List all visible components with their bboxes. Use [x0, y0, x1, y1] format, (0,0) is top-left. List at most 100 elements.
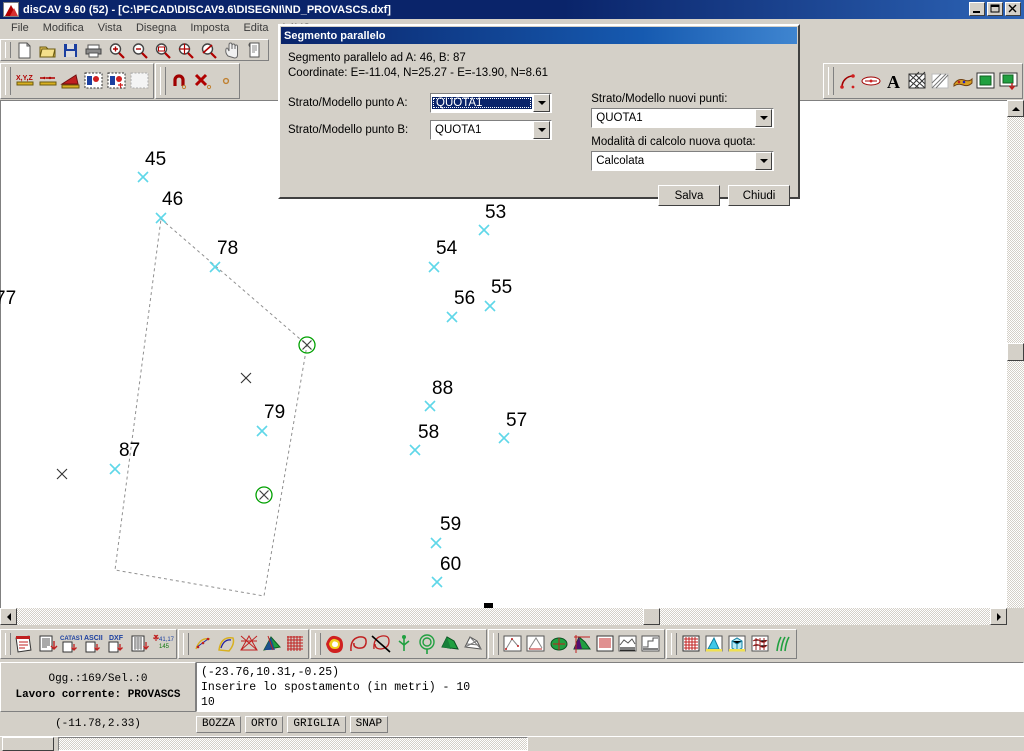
selected-point-marker-1[interactable]	[255, 486, 273, 504]
point-label-56[interactable]: 56	[454, 289, 475, 308]
surface-fill-icon[interactable]	[260, 633, 283, 655]
selected-point-marker-0[interactable]	[298, 336, 316, 354]
taskbar-items[interactable]	[534, 737, 714, 751]
toolbar-grip[interactable]	[828, 67, 834, 95]
toolbar-grip[interactable]	[493, 632, 499, 656]
point-marker-57[interactable]	[498, 432, 510, 444]
point-label-57[interactable]: 57	[506, 411, 527, 430]
plain-point-marker-0[interactable]	[240, 372, 252, 384]
point-marker-59[interactable]	[430, 537, 442, 549]
point-label-58[interactable]: 58	[418, 423, 439, 442]
minimize-button[interactable]	[969, 2, 985, 16]
command-line-input[interactable]: 10	[201, 695, 1019, 710]
toolbar-grip[interactable]	[160, 67, 166, 95]
mode-button-snap[interactable]: SNAP	[349, 715, 389, 733]
xyz-point-icon[interactable]: X,Y,Z	[13, 70, 36, 92]
catast-export-icon[interactable]: CATAST	[59, 633, 82, 655]
system-tray[interactable]	[720, 737, 1020, 751]
redraw-icon[interactable]	[243, 39, 266, 61]
point-marker-78[interactable]	[209, 261, 221, 273]
menu-item-imposta[interactable]: Imposta	[183, 20, 236, 36]
contour-line-icon[interactable]	[346, 633, 369, 655]
toolbar-grip[interactable]	[5, 632, 11, 656]
vertical-scroll-thumb[interactable]	[1007, 343, 1024, 361]
menu-item-vista[interactable]: Vista	[91, 20, 129, 36]
open-folder-icon[interactable]	[36, 39, 59, 61]
text-a-icon[interactable]: A	[882, 70, 905, 92]
zoom-extents-icon[interactable]	[174, 39, 197, 61]
cube-3d-icon[interactable]	[725, 633, 748, 655]
point-marker-58[interactable]	[409, 444, 421, 456]
contour-delete-icon[interactable]	[369, 633, 392, 655]
toolbar-grip[interactable]	[5, 42, 11, 58]
node-dot-icon[interactable]	[214, 70, 237, 92]
close-button[interactable]: Chiudi	[728, 185, 790, 206]
terrain-mesh-icon[interactable]	[748, 633, 771, 655]
insert-block-down-icon[interactable]	[997, 70, 1020, 92]
new-file-icon[interactable]	[13, 39, 36, 61]
polyline-area-icon[interactable]	[214, 633, 237, 655]
close-button[interactable]	[1005, 2, 1021, 16]
point-label-78[interactable]: 78	[217, 239, 238, 258]
profile-line-icon[interactable]	[501, 633, 524, 655]
select-area-icon[interactable]	[128, 70, 151, 92]
point-marker-53[interactable]	[478, 224, 490, 236]
slope-ruler-icon[interactable]	[59, 70, 82, 92]
toolbar-grip[interactable]	[183, 632, 189, 656]
table-rows-icon[interactable]	[593, 633, 616, 655]
point-marker-79[interactable]	[256, 425, 268, 437]
pan-hand-icon[interactable]	[220, 39, 243, 61]
tree-plan-icon[interactable]	[392, 633, 415, 655]
dialog-title-bar[interactable]: Segmento parallelo	[281, 27, 797, 44]
point-label-87[interactable]: 87	[119, 441, 140, 460]
toolbar-grip[interactable]	[315, 632, 321, 656]
snap-magnet-icon[interactable]	[168, 70, 191, 92]
select-point-icon[interactable]	[82, 70, 105, 92]
points-cloud-icon[interactable]	[191, 633, 214, 655]
point-marker-87[interactable]	[109, 463, 121, 475]
selected-cross-0[interactable]	[302, 340, 312, 350]
fill-palette-icon[interactable]	[951, 70, 974, 92]
menu-item-modifica[interactable]: Modifica	[36, 20, 91, 36]
layer-new-combo[interactable]: QUOTA1	[591, 108, 775, 128]
point-marker-55[interactable]	[484, 300, 496, 312]
horizontal-scroll-thumb[interactable]	[643, 608, 660, 625]
zoom-previous-icon[interactable]	[197, 39, 220, 61]
scroll-up-button[interactable]	[1007, 100, 1024, 117]
chevron-down-icon[interactable]	[755, 109, 773, 127]
grid-mesh-icon[interactable]	[283, 633, 306, 655]
select-point-add-icon[interactable]	[105, 70, 128, 92]
taskbar-task-button[interactable]	[58, 737, 528, 751]
save-disk-icon[interactable]	[59, 39, 82, 61]
mode-button-bozza[interactable]: BOZZA	[196, 715, 242, 733]
volume-solid-icon[interactable]	[438, 633, 461, 655]
zoom-in-icon[interactable]	[105, 39, 128, 61]
point-label-55[interactable]: 55	[491, 278, 512, 297]
point-label-45[interactable]: 45	[145, 150, 166, 169]
point-label-54[interactable]: 54	[436, 239, 457, 258]
ellipse-icon[interactable]	[859, 70, 882, 92]
point-series-icon[interactable]	[36, 70, 59, 92]
layer-b-combo[interactable]: QUOTA1	[430, 120, 552, 140]
horizontal-scroll-track[interactable]	[17, 608, 990, 625]
grid-export-icon[interactable]	[128, 633, 151, 655]
toolbar-grip[interactable]	[5, 67, 11, 95]
point-marker-54[interactable]	[428, 261, 440, 273]
point-marker-60[interactable]	[431, 576, 443, 588]
vertical-scroll-track[interactable]	[1007, 117, 1024, 608]
plain-point-marker-1[interactable]	[56, 468, 68, 480]
start-button[interactable]	[2, 737, 54, 751]
chevron-down-icon[interactable]	[533, 121, 550, 139]
contour-color-icon[interactable]	[323, 633, 346, 655]
list-export-icon[interactable]	[36, 633, 59, 655]
triangulation-icon[interactable]	[237, 633, 260, 655]
point-marker-88[interactable]	[424, 400, 436, 412]
tree-section-icon[interactable]	[415, 633, 438, 655]
section-chart-icon[interactable]	[616, 633, 639, 655]
menu-item-file[interactable]: File	[4, 20, 36, 36]
point-label-79[interactable]: 79	[264, 403, 285, 422]
coords-icon[interactable]: 41,17 145	[151, 633, 174, 655]
insert-block-icon[interactable]	[974, 70, 997, 92]
mode-button-orto[interactable]: ORTO	[245, 715, 284, 733]
profile-cut-icon[interactable]	[570, 633, 593, 655]
